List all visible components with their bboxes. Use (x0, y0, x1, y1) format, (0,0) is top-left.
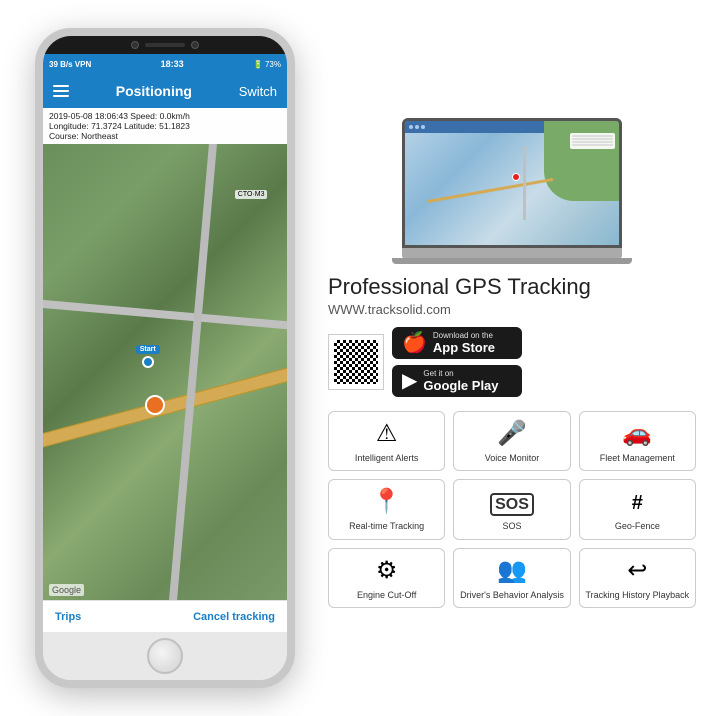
voice-monitor-icon: 🎤 (497, 420, 527, 449)
intelligent-alerts-label: Intelligent Alerts (355, 453, 419, 465)
qr-code (328, 334, 384, 390)
feature-geo-fence: # Geo-Fence (579, 479, 696, 539)
cto-label: CTO·M3 (235, 190, 268, 199)
intelligent-alerts-icon: ⚠ (376, 420, 398, 449)
ui-dot-2 (415, 125, 419, 129)
start-label: Start (136, 345, 160, 354)
feature-intelligent-alerts: ⚠ Intelligent Alerts (328, 411, 445, 471)
laptop (402, 118, 622, 264)
road-side (43, 296, 287, 347)
tracking-history-label: Tracking History Playback (585, 590, 689, 602)
info-line2: Longitude: 71.3724 Latitude: 51.1823 (49, 121, 281, 131)
website-url: WWW.tracksolid.com (328, 302, 451, 317)
laptop-screen (402, 118, 622, 248)
apple-icon: 🍎 (402, 333, 427, 353)
right-panel: Professional GPS Tracking WWW.tracksolid… (310, 108, 696, 608)
fleet-management-icon: 🚗 (622, 420, 652, 449)
bottom-bar: Trips Cancel tracking (43, 600, 287, 632)
cancel-tracking-button[interactable]: Cancel tracking (193, 611, 275, 623)
ui-dot-1 (409, 125, 413, 129)
laptop-base (402, 248, 622, 258)
road-main (43, 318, 287, 458)
feature-sos: SOS SOS (453, 479, 570, 539)
marker-dot (142, 356, 154, 368)
start-marker: Start (136, 345, 160, 368)
engine-cutoff-icon: ⚙ (376, 557, 398, 586)
google-play-button[interactable]: ▶ Get it on Google Play (392, 365, 522, 397)
feature-driver-behavior: 👥 Driver's Behavior Analysis (453, 548, 570, 608)
laptop-container (328, 118, 696, 264)
laptop-map (405, 121, 619, 245)
qr-inner (334, 340, 378, 384)
map-area[interactable]: Start CTO·M3 Google (43, 144, 287, 600)
phone-speaker (145, 43, 185, 47)
google-logo: Google (49, 584, 84, 596)
laptop-foot (392, 258, 632, 264)
home-button[interactable] (147, 638, 183, 674)
app-store-large-label: App Store (433, 340, 495, 355)
sos-label: SOS (502, 521, 521, 533)
feature-tracking-history: ↩ Tracking History Playback (579, 548, 696, 608)
laptop-marker (512, 173, 520, 181)
nav-title: Positioning (116, 83, 192, 99)
fleet-management-label: Fleet Management (600, 453, 675, 465)
phone-top-bar (43, 36, 287, 54)
voice-monitor-label: Voice Monitor (485, 453, 540, 465)
laptop-road2 (523, 146, 526, 220)
sos-icon: SOS (490, 488, 534, 517)
page-heading: Professional GPS Tracking (328, 274, 591, 300)
status-bar: 39 B/s VPN 18:33 🔋 73% (43, 54, 287, 74)
road-vertical (150, 144, 237, 600)
laptop-side-panel (570, 133, 615, 149)
phone: 39 B/s VPN 18:33 🔋 73% Positioning Switc… (35, 28, 295, 688)
status-right: 🔋 73% (253, 60, 281, 69)
map-background: Start CTO·M3 Google (43, 144, 287, 600)
nav-bar: Positioning Switch (43, 74, 287, 108)
laptop-road1 (427, 178, 554, 203)
ui-dot-3 (421, 125, 425, 129)
tracking-history-icon: ↩ (627, 557, 647, 586)
geo-fence-icon: # (632, 488, 643, 517)
hamburger-icon[interactable] (53, 85, 69, 97)
app-store-button[interactable]: 🍎 Download on the App Store (392, 327, 522, 359)
phone-camera2 (191, 41, 199, 49)
feature-voice-monitor: 🎤 Voice Monitor (453, 411, 570, 471)
status-time: 18:33 (161, 59, 184, 69)
info-line3: Course: Northeast (49, 131, 281, 141)
status-left: 39 B/s VPN (49, 60, 91, 69)
feature-grid: ⚠ Intelligent Alerts 🎤 Voice Monitor 🚗 F… (328, 411, 696, 608)
google-play-large-label: Google Play (423, 378, 498, 393)
google-play-icon: ▶ (402, 371, 417, 391)
feature-fleet-management: 🚗 Fleet Management (579, 411, 696, 471)
info-line1: 2019-05-08 18:06:43 Speed: 0.0km/h (49, 111, 281, 121)
home-button-area (43, 632, 287, 680)
info-bar: 2019-05-08 18:06:43 Speed: 0.0km/h Longi… (43, 108, 287, 144)
feature-engine-cutoff: ⚙ Engine Cut-Off (328, 548, 445, 608)
app-buttons: 🍎 Download on the App Store ▶ Get it on … (328, 327, 522, 397)
feature-realtime-tracking: 📍 Real-time Tracking (328, 479, 445, 539)
driver-behavior-icon: 👥 (497, 557, 527, 586)
engine-cutoff-label: Engine Cut-Off (357, 590, 416, 602)
phone-wrapper: 39 B/s VPN 18:33 🔋 73% Positioning Switc… (20, 28, 310, 688)
trips-button[interactable]: Trips (55, 611, 81, 623)
phone-camera (131, 41, 139, 49)
main-container: 39 B/s VPN 18:33 🔋 73% Positioning Switc… (0, 0, 716, 716)
app-store-row: 🍎 Download on the App Store ▶ Get it on … (328, 327, 522, 397)
nav-switch-button[interactable]: Switch (239, 84, 277, 99)
app-store-small-label: Download on the (433, 331, 495, 340)
driver-behavior-label: Driver's Behavior Analysis (460, 590, 564, 602)
google-play-small-label: Get it on (423, 369, 498, 378)
realtime-tracking-icon: 📍 (372, 488, 402, 517)
geo-fence-label: Geo-Fence (615, 521, 660, 533)
realtime-tracking-label: Real-time Tracking (349, 521, 424, 533)
